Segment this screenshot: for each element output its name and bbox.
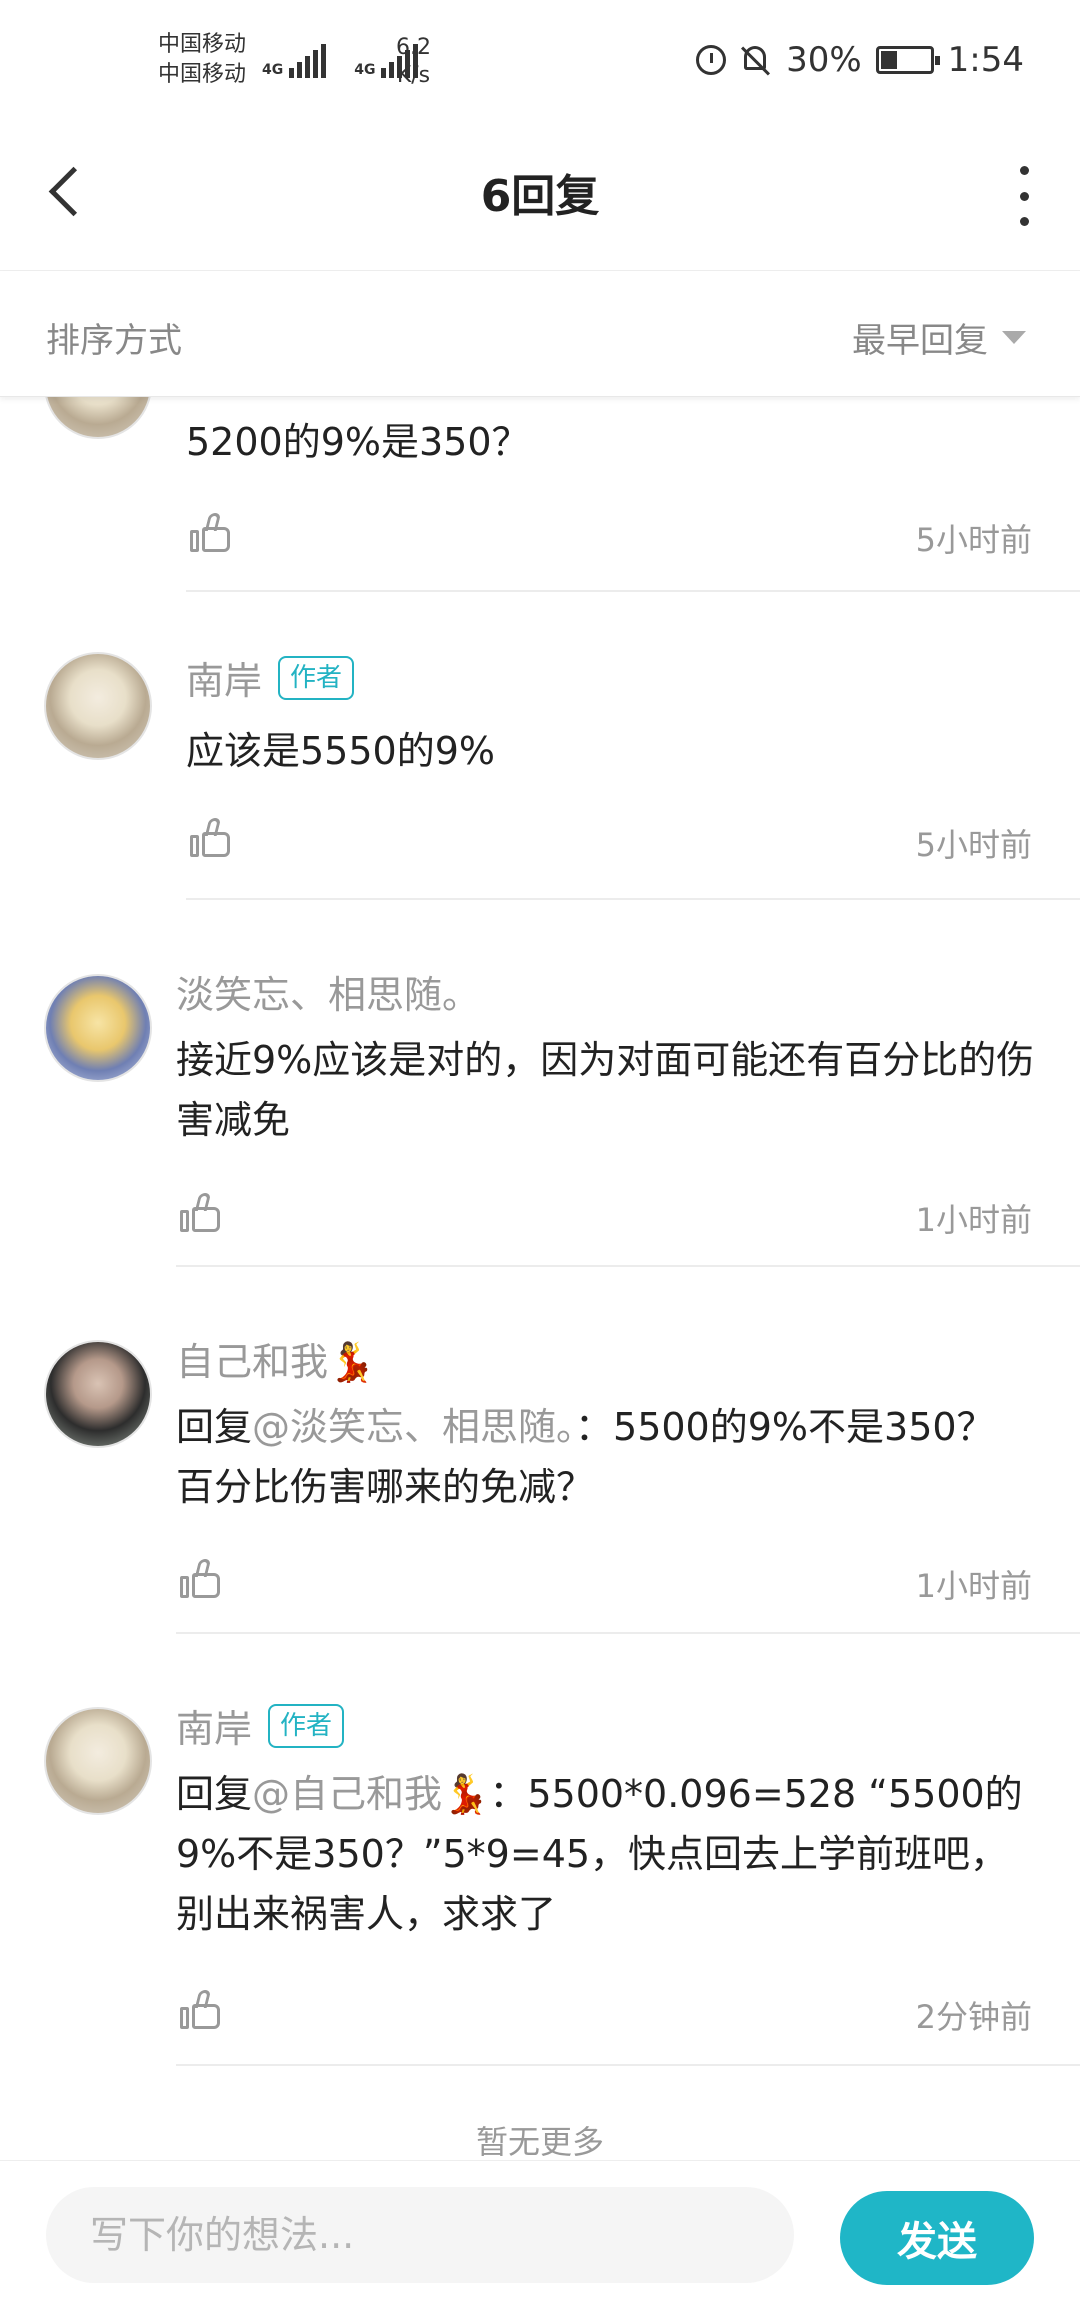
battery-percent: 30% (786, 40, 862, 80)
divider (176, 2064, 1080, 2066)
reply-text: 5200的9%是350？ (186, 420, 530, 464)
network-type-2: 4G (354, 62, 376, 78)
like-icon[interactable] (180, 1193, 220, 1233)
reply-item: 南岸 作者 回复@自己和我💃：5500*0.096=528 “5500的9%不是… (0, 1634, 1080, 2104)
page-title: 6回复 (480, 171, 600, 222)
reply-text: 回复@自己和我💃：5500*0.096=528 “5500的9%不是350？”5… (176, 1772, 1023, 1936)
author-badge: 作者 (278, 655, 355, 700)
author-badge: 作者 (268, 1703, 345, 1748)
carrier-2: 中国移动 (158, 62, 247, 87)
reply-time: 5小时前 (915, 521, 1032, 559)
reply-time: 1小时前 (915, 1201, 1032, 1239)
network-type-1: 4G (262, 62, 284, 78)
reply-prefix: 回复 (176, 1405, 253, 1449)
avatar[interactable] (44, 1340, 152, 1448)
like-icon[interactable] (180, 1990, 220, 2030)
reply-list[interactable]: 5200的9%是350？ 5小时前 南岸 作者 应该是5550的9% 5小时前 … (0, 397, 1080, 2160)
avatar[interactable] (44, 974, 152, 1082)
dropdown-arrow-icon (1002, 331, 1026, 344)
reply-time: 5小时前 (915, 826, 1032, 864)
sort-label: 排序方式 (46, 321, 182, 361)
sort-value: 最早回复 (852, 321, 988, 361)
avatar[interactable] (44, 652, 152, 760)
mention-link[interactable]: @自己和我💃 (252, 1772, 489, 1816)
composer-bar: 发送 (0, 2160, 1080, 2311)
like-icon[interactable] (190, 818, 230, 858)
reply-item: 5200的9%是350？ 5小时前 (0, 397, 1080, 592)
end-of-list-text: 暂无更多 (475, 2123, 604, 2161)
author-name[interactable]: 南岸 作者 (186, 650, 355, 705)
battery-icon (875, 46, 940, 74)
top-bar: 6回复 (0, 120, 1080, 271)
author-name[interactable]: 自己和我💃 (176, 1331, 375, 1386)
sort-dropdown[interactable]: 最早回复 (852, 313, 1026, 362)
mention-link[interactable]: @淡笑忘、相思随。 (252, 1405, 575, 1449)
sort-bar: 排序方式 最早回复 (0, 271, 1080, 397)
author-name[interactable]: 南岸 作者 (176, 1698, 345, 1753)
avatar[interactable] (44, 1707, 152, 1815)
avatar[interactable] (44, 397, 152, 439)
like-icon[interactable] (190, 513, 230, 553)
mute-icon (740, 44, 772, 76)
reply-prefix: 回复 (176, 1772, 253, 1816)
reply-input[interactable] (46, 2187, 794, 2283)
alarm-icon (696, 45, 727, 75)
carrier-1: 中国移动 (158, 32, 247, 57)
more-options-icon[interactable] (1014, 166, 1034, 226)
reply-text: 回复@淡笑忘、相思随。：5500的9%不是350？百分比伤害哪来的免减？ (176, 1405, 995, 1509)
send-button[interactable]: 发送 (840, 2191, 1034, 2285)
like-icon[interactable] (180, 1559, 220, 1599)
reply-time: 2分钟前 (915, 1998, 1032, 2036)
status-bar: 中国移动 中国移动 4G 4G 6.2 K/s 30% 1:54 (0, 0, 1080, 120)
reply-text: 接近9%应该是对的，因为对面可能还有百分比的伤害减免 (176, 1038, 1035, 1142)
signal-icons: 4G 4G (262, 38, 419, 78)
clock: 1:54 (947, 40, 1024, 80)
network-speed: 6.2 K/s (396, 35, 431, 88)
reply-time: 1小时前 (915, 1567, 1032, 1605)
reply-item: 淡笑忘、相思随。 接近9%应该是对的，因为对面可能还有百分比的伤害减免 1小时前 (0, 900, 1080, 1268)
author-name[interactable]: 淡笑忘、相思随。 (176, 964, 480, 1019)
reply-item: 自己和我💃 回复@淡笑忘、相思随。：5500的9%不是350？百分比伤害哪来的免… (0, 1267, 1080, 1637)
carrier-labels: 中国移动 中国移动 (158, 30, 246, 90)
reply-text: 应该是5550的9% (186, 729, 495, 773)
signal-icon: 4G (262, 38, 327, 78)
